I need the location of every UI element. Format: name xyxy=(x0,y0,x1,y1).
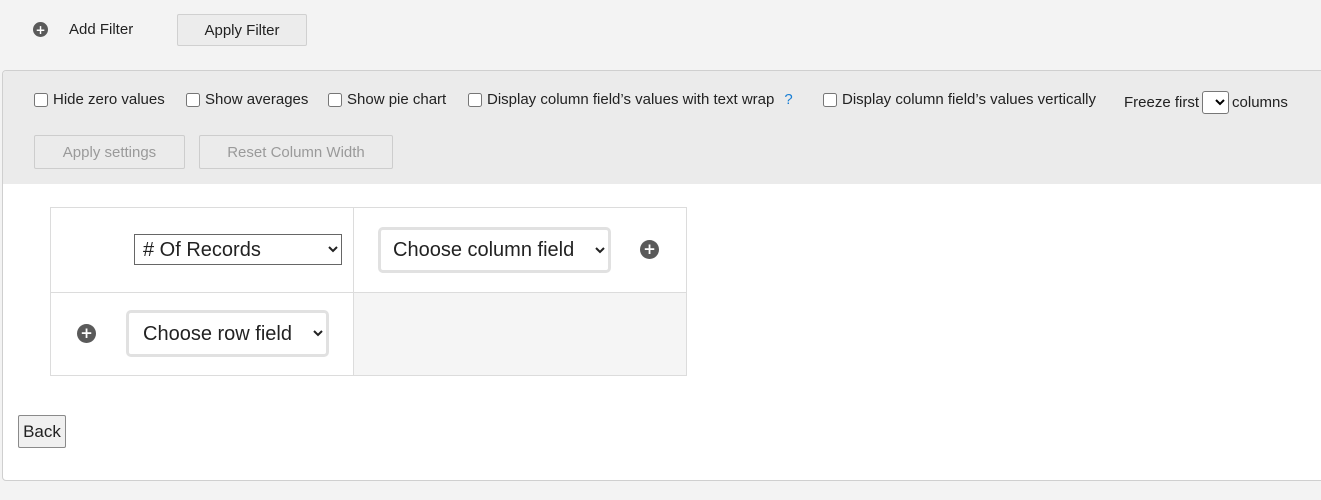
text-wrap-label: Display column field’s values with text … xyxy=(487,91,775,108)
freeze-suffix-label: columns xyxy=(1232,94,1288,111)
pivot-grid: # Of Records Choose column field + + Cho… xyxy=(50,207,687,376)
apply-filter-button[interactable]: Apply Filter xyxy=(177,14,307,46)
freeze-columns-select[interactable] xyxy=(1202,91,1230,114)
vertical-option[interactable]: Display column field’s values vertically xyxy=(823,91,1096,108)
add-filter-icon[interactable]: + xyxy=(33,22,48,37)
settings-bar: Hide zero values Show averages Show pie … xyxy=(3,71,1321,184)
apply-settings-button[interactable]: Apply settings xyxy=(34,135,185,169)
pivot-corner-cell: # Of Records xyxy=(50,207,354,293)
show-averages-checkbox[interactable] xyxy=(186,92,200,107)
show-pie-checkbox[interactable] xyxy=(328,92,342,107)
column-field-select[interactable]: Choose column field xyxy=(378,227,611,273)
back-button[interactable]: Back xyxy=(18,415,66,448)
hide-zero-option[interactable]: Hide zero values xyxy=(34,91,165,108)
report-panel: Hide zero values Show averages Show pie … xyxy=(2,70,1321,481)
freeze-prefix-label: Freeze first xyxy=(1124,94,1200,111)
vertical-label: Display column field’s values vertically xyxy=(842,91,1096,108)
add-filter-link[interactable]: Add Filter xyxy=(69,21,133,38)
filter-bar: + Add Filter Apply Filter xyxy=(0,0,1321,70)
reset-column-width-button[interactable]: Reset Column Width xyxy=(199,135,393,169)
freeze-columns-control: Freeze first columns xyxy=(1124,91,1288,114)
help-icon[interactable]: ? xyxy=(784,91,792,108)
hide-zero-checkbox[interactable] xyxy=(34,92,48,107)
show-averages-label: Show averages xyxy=(205,91,309,108)
hide-zero-label: Hide zero values xyxy=(53,91,165,108)
show-averages-option[interactable]: Show averages xyxy=(186,91,308,108)
text-wrap-option[interactable]: Display column field’s values with text … xyxy=(468,91,793,108)
vertical-checkbox[interactable] xyxy=(823,92,837,107)
text-wrap-checkbox[interactable] xyxy=(468,92,482,107)
value-field-select[interactable]: # Of Records xyxy=(134,234,342,265)
row-field-select[interactable]: Choose row field xyxy=(126,310,329,357)
show-pie-option[interactable]: Show pie chart xyxy=(328,91,446,108)
add-column-field-icon[interactable]: + xyxy=(640,240,659,259)
column-header-cell: Choose column field + xyxy=(353,207,687,293)
row-header-cell: + Choose row field xyxy=(50,292,354,376)
pivot-data-cell xyxy=(353,292,687,376)
add-row-field-icon[interactable]: + xyxy=(77,324,96,343)
show-pie-label: Show pie chart xyxy=(347,91,447,108)
